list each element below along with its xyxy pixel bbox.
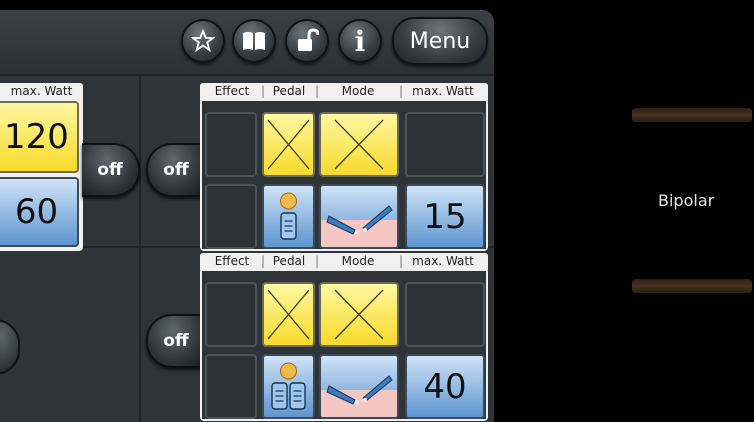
menu-button[interactable]: Menu [392, 17, 488, 65]
channel-2-mode-top[interactable] [319, 282, 399, 347]
left-off-button-lower[interactable] [0, 319, 20, 375]
channel-1-header: Effect | Pedal | Mode | max. Watt [200, 83, 488, 100]
channel-2-header: Effect | Pedal | Mode | max. Watt [200, 253, 488, 270]
channel-2-effect-top[interactable] [205, 282, 257, 347]
channel-2-watt-top[interactable] [405, 282, 485, 347]
channel-2-pedal-top[interactable] [262, 282, 315, 347]
pedal-header: Pedal [272, 84, 306, 98]
lock-button[interactable] [285, 19, 329, 63]
channel-1-mode-bottom[interactable] [319, 184, 399, 249]
channel-2-effect-bottom[interactable] [205, 354, 257, 419]
column-divider [139, 74, 141, 422]
channel-1-pedal-bottom[interactable] [262, 184, 315, 249]
mode-header: Mode [341, 254, 375, 268]
channel-1-pedal-top[interactable] [262, 112, 315, 177]
info-button[interactable]: i [338, 19, 382, 63]
star-icon [191, 29, 215, 53]
effect-header: Effect [214, 254, 250, 268]
channel-1-watt-value[interactable]: 15 [405, 184, 485, 249]
favorite-button[interactable] [181, 19, 225, 63]
channel-2-mode-bottom[interactable] [319, 354, 399, 419]
left-watt-header: max. Watt [0, 83, 83, 100]
channel-1-effect-bottom[interactable] [205, 184, 257, 249]
bipolar-forceps-icon [321, 205, 397, 247]
manual-button[interactable] [232, 19, 276, 63]
cross-icon [267, 119, 310, 170]
unlock-icon [298, 28, 319, 51]
channel-1-effect-top[interactable] [205, 112, 257, 177]
cross-icon [334, 119, 384, 170]
channel-1-mode-top[interactable] [319, 112, 399, 177]
upper-socket-slot [632, 108, 752, 122]
cross-icon [334, 289, 384, 340]
channel-2-pedal-bottom[interactable] [262, 354, 315, 419]
watt-header: max. Watt [412, 254, 474, 268]
mode-header: Mode [341, 84, 375, 98]
cross-icon [267, 289, 310, 340]
bipolar-forceps-icon [321, 375, 397, 417]
pedal-header: Pedal [272, 254, 306, 268]
single-pedal-icon [280, 192, 297, 240]
control-panel: i Menu max. Watt 120 60 off off Effect | P… [0, 10, 494, 422]
double-pedal-icon [271, 362, 306, 410]
lower-socket-slot [632, 279, 752, 293]
left-off-button[interactable]: off [82, 143, 140, 197]
channel-2-off-button[interactable]: off [146, 314, 206, 368]
effect-header: Effect [214, 84, 250, 98]
bipolar-label: Bipolar [658, 191, 715, 210]
book-icon [243, 32, 265, 50]
left-watt-value-bottom[interactable]: 60 [0, 177, 79, 247]
channel-1-off-button[interactable]: off [146, 143, 206, 197]
watt-header: max. Watt [412, 84, 474, 98]
left-watt-value-top[interactable]: 120 [0, 101, 79, 173]
channel-1-watt-top[interactable] [405, 112, 485, 177]
info-icon: i [354, 24, 366, 58]
row-divider-top [0, 74, 494, 76]
channel-2-watt-value[interactable]: 40 [405, 354, 485, 419]
